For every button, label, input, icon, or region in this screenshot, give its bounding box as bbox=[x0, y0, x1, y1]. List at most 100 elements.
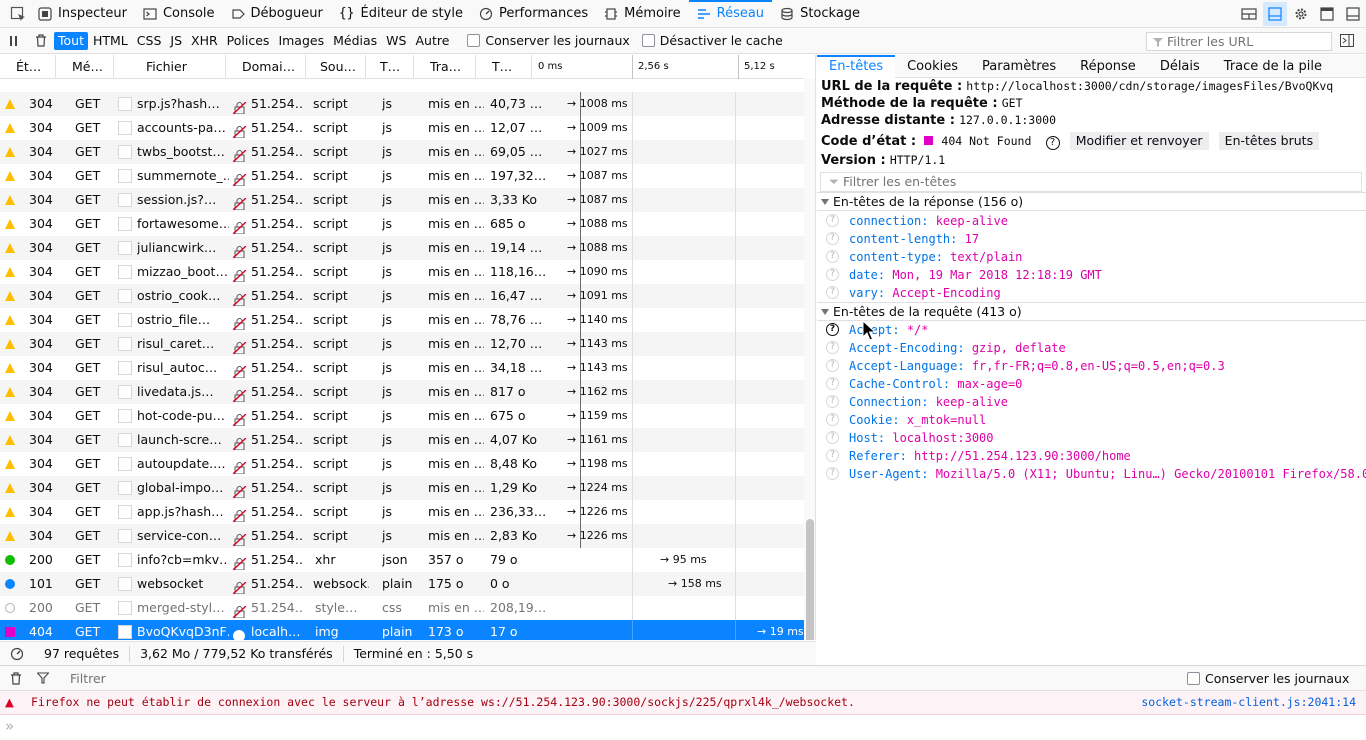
filter-type-other[interactable]: Autre bbox=[411, 32, 453, 50]
raw-headers-button[interactable]: En-têtes bruts bbox=[1218, 132, 1320, 150]
table-row[interactable]: 304 GET ostrio_cook… 51.254… script js mis en … bbox=[0, 284, 804, 308]
checkbox[interactable] bbox=[467, 34, 481, 47]
request-list-scrollbar[interactable] bbox=[804, 79, 815, 640]
request-headers-toggle[interactable]: En-têtes de la requête (413 o) bbox=[817, 302, 1366, 321]
tab-timings[interactable]: Délais bbox=[1148, 55, 1212, 78]
column-status[interactable]: Ét… bbox=[0, 55, 56, 79]
filter-type-js[interactable]: JS bbox=[166, 32, 186, 50]
column-cause[interactable]: Sou… bbox=[306, 55, 366, 79]
filter-type-css[interactable]: CSS bbox=[133, 32, 166, 50]
close-devtools-button[interactable] bbox=[1341, 2, 1365, 26]
help-icon[interactable]: ? bbox=[826, 286, 839, 299]
table-row[interactable]: 200 GET merged-styl… 51.254… style… css mis en… bbox=[0, 596, 804, 620]
performance-analysis-button[interactable] bbox=[0, 647, 34, 661]
header-row[interactable]: ? User-Agent: Mozilla/5.0 (X11; Ubuntu; L… bbox=[817, 465, 1366, 483]
help-icon[interactable]: ? bbox=[826, 449, 839, 462]
tab-response[interactable]: Réponse bbox=[1068, 55, 1148, 78]
header-row[interactable]: ? Referer: http://51.254.123.90:3000/home bbox=[817, 447, 1366, 465]
table-row[interactable]: 304 GET autoupdate.… 51.254… script js mis en … bbox=[0, 452, 804, 476]
table-row[interactable]: 304 GET fortawesome… 51.254… script js mis en … bbox=[0, 212, 804, 236]
tab-params[interactable]: Paramètres bbox=[970, 55, 1068, 78]
checkbox[interactable] bbox=[1187, 672, 1200, 685]
url-filter-input[interactable]: Filtrer les URL bbox=[1146, 32, 1332, 51]
help-icon[interactable]: ? bbox=[826, 250, 839, 263]
checkbox[interactable] bbox=[641, 34, 655, 47]
header-row[interactable]: ? date: Mon, 19 Mar 2018 12:18:19 GMT bbox=[817, 266, 1366, 284]
column-waterfall[interactable]: 0 ms 2,56 s 5,12 s bbox=[532, 55, 804, 79]
header-row[interactable]: ? Accept-Encoding: gzip, deflate bbox=[817, 339, 1366, 357]
filter-type-fonts[interactable]: Polices bbox=[223, 32, 274, 50]
tab-network[interactable]: Réseau bbox=[688, 0, 773, 28]
column-domain[interactable]: Domai… bbox=[226, 55, 306, 79]
console-input[interactable]: » bbox=[0, 715, 1366, 740]
header-row[interactable]: ? connection: keep-alive bbox=[817, 212, 1366, 230]
column-file[interactable]: Fichier bbox=[114, 55, 226, 79]
tab-stack-trace[interactable]: Trace de la pile bbox=[1212, 55, 1334, 78]
pick-element-button[interactable] bbox=[0, 0, 34, 28]
disable-cache-checkbox[interactable]: Désactiver le cache bbox=[641, 33, 783, 48]
table-row[interactable]: 304 GET summernote_… 51.254… script js mis en … bbox=[0, 164, 804, 188]
tab-style-editor[interactable]: {} Éditeur de style bbox=[331, 0, 471, 28]
filter-type-html[interactable]: HTML bbox=[89, 32, 132, 50]
tab-performance[interactable]: Performances bbox=[471, 0, 596, 28]
table-row[interactable]: 304 GET srp.js?hash… 51.254… script js mis en … bbox=[0, 92, 804, 116]
help-icon[interactable]: ? bbox=[826, 413, 839, 426]
filter-type-ws[interactable]: WS bbox=[382, 32, 410, 50]
headers-filter-input[interactable]: ⏷ Filtrer les en-têtes bbox=[820, 172, 1362, 192]
filter-type-media[interactable]: Médias bbox=[329, 32, 381, 50]
frame-select-button[interactable] bbox=[1237, 2, 1261, 26]
help-icon[interactable]: ? bbox=[826, 395, 839, 408]
help-icon[interactable]: ? bbox=[826, 467, 839, 480]
tab-headers[interactable]: En-têtes bbox=[817, 55, 896, 78]
column-size[interactable]: T… bbox=[476, 55, 532, 79]
table-row[interactable]: 304 GET session.js?… 51.254… script js mis en … bbox=[0, 188, 804, 212]
clear-button[interactable] bbox=[28, 34, 54, 47]
table-row[interactable]: 304 GET risul_caret… 51.254… script js mis en … bbox=[0, 332, 804, 356]
table-row[interactable]: 200 GET info?cb=mkv… 51.254… xhr json 357 o 79 … bbox=[0, 548, 804, 572]
header-row[interactable]: ? content-length: 17 bbox=[817, 230, 1366, 248]
pause-button[interactable] bbox=[0, 35, 28, 47]
table-row[interactable]: 101 GET websocket 51.254… websock… plain 175 o… bbox=[0, 572, 804, 596]
tab-console[interactable]: Console bbox=[135, 0, 223, 28]
console-filter-input[interactable]: Filtrer bbox=[70, 671, 106, 686]
table-row[interactable]: 304 GET mizzao_boot… 51.254… script js mis en … bbox=[0, 260, 804, 284]
column-transferred[interactable]: Tra… bbox=[414, 55, 476, 79]
table-row[interactable]: 304 GET risul_autoc… 51.254… script js mis en … bbox=[0, 356, 804, 380]
help-icon[interactable]: ? bbox=[826, 359, 839, 372]
help-icon[interactable]: ? bbox=[826, 232, 839, 245]
table-row[interactable]: 304 GET app.js?hash… 51.254… script js mis en … bbox=[0, 500, 804, 524]
table-row[interactable]: 404 GET BvoQKvqD3nF… localh… img plain 173 o 17… bbox=[0, 620, 804, 640]
help-icon[interactable]: ? bbox=[826, 341, 839, 354]
console-error-source-link[interactable]: socket-stream-client.js:2041:14 bbox=[1141, 691, 1356, 713]
header-row[interactable]: ? Host: localhost:3000 bbox=[817, 429, 1366, 447]
tab-debugger[interactable]: Débogueur bbox=[223, 0, 331, 28]
tab-memory[interactable]: Mémoire bbox=[596, 0, 689, 28]
edit-resend-button[interactable]: Modifier et renvoyer bbox=[1069, 132, 1209, 150]
filter-type-all[interactable]: Tout bbox=[54, 31, 88, 50]
help-icon[interactable]: ? bbox=[826, 377, 839, 390]
table-row[interactable]: 304 GET livedata.js… 51.254… script js mis en … bbox=[0, 380, 804, 404]
console-persist-logs-checkbox[interactable]: Conserver les journaux bbox=[1187, 671, 1349, 686]
header-row[interactable]: ? Cookie: x_mtok=null bbox=[817, 411, 1366, 429]
split-console-button[interactable] bbox=[1263, 2, 1287, 26]
status-help-icon[interactable]: ? bbox=[1045, 136, 1060, 150]
console-filter-toggle[interactable] bbox=[32, 672, 54, 684]
settings-button[interactable] bbox=[1289, 2, 1313, 26]
scrollbar-thumb[interactable] bbox=[806, 519, 814, 640]
persist-logs-checkbox[interactable]: Conserver les journaux bbox=[467, 33, 630, 48]
header-row[interactable]: ? vary: Accept-Encoding bbox=[817, 284, 1366, 302]
help-icon[interactable]: ? bbox=[826, 431, 839, 444]
table-row[interactable]: 304 GET global-impo… 51.254… script js mis en … bbox=[0, 476, 804, 500]
column-method[interactable]: Mé… bbox=[56, 55, 114, 79]
table-row[interactable]: 304 GET ostrio_file… 51.254… script js mis en … bbox=[0, 308, 804, 332]
column-type[interactable]: T… bbox=[366, 55, 414, 79]
tab-storage[interactable]: Stockage bbox=[772, 0, 868, 28]
table-row[interactable]: 304 GET twbs_bootst… 51.254… script js mis en … bbox=[0, 140, 804, 164]
filter-type-xhr[interactable]: XHR bbox=[187, 32, 222, 50]
response-headers-toggle[interactable]: En-têtes de la réponse (156 o) bbox=[817, 192, 1366, 211]
header-row[interactable]: ? Accept-Language: fr,fr-FR;q=0.8,en-US;q… bbox=[817, 357, 1366, 375]
table-row[interactable]: 304 GET accounts-pa… 51.254… script js mis en … bbox=[0, 116, 804, 140]
header-row[interactable]: ? Accept: */* bbox=[817, 321, 1366, 339]
tab-cookies[interactable]: Cookies bbox=[895, 55, 970, 78]
tab-inspector[interactable]: Inspecteur bbox=[34, 0, 135, 28]
